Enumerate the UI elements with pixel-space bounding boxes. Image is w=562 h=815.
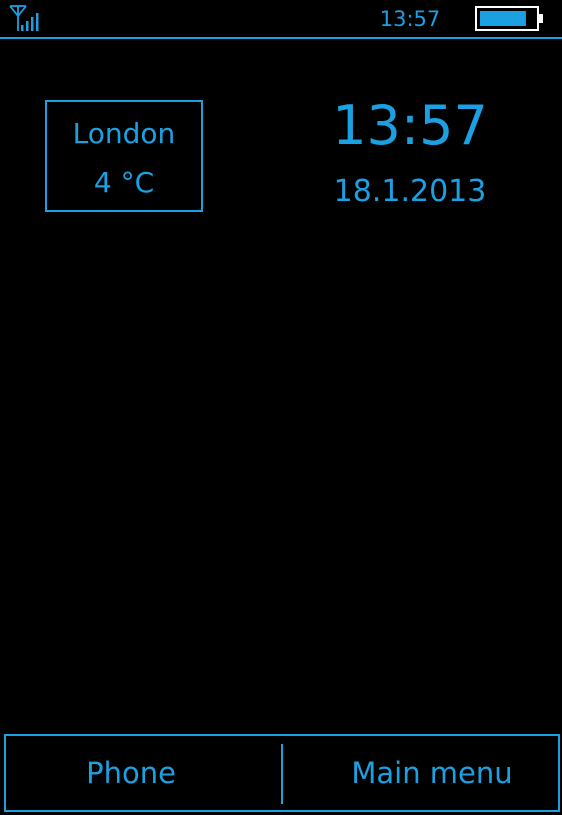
softkey-bar: Phone Main menu [4,734,560,812]
softkey-divider [281,744,283,804]
status-bar: 13:57 [0,0,562,39]
signal-strength-icon [9,5,39,31]
phone-softkey[interactable]: Phone [6,736,256,810]
weather-temperature: 4 °C [93,166,155,199]
main-menu-softkey[interactable]: Main menu [306,736,558,810]
weather-widget[interactable]: London 4 °C [45,100,203,212]
status-time: 13:57 [379,7,441,31]
clock-date: 18.1.2013 [333,174,487,209]
clock-time: 13:57 [332,94,488,157]
battery-icon [475,6,543,31]
weather-city: London [72,117,176,150]
